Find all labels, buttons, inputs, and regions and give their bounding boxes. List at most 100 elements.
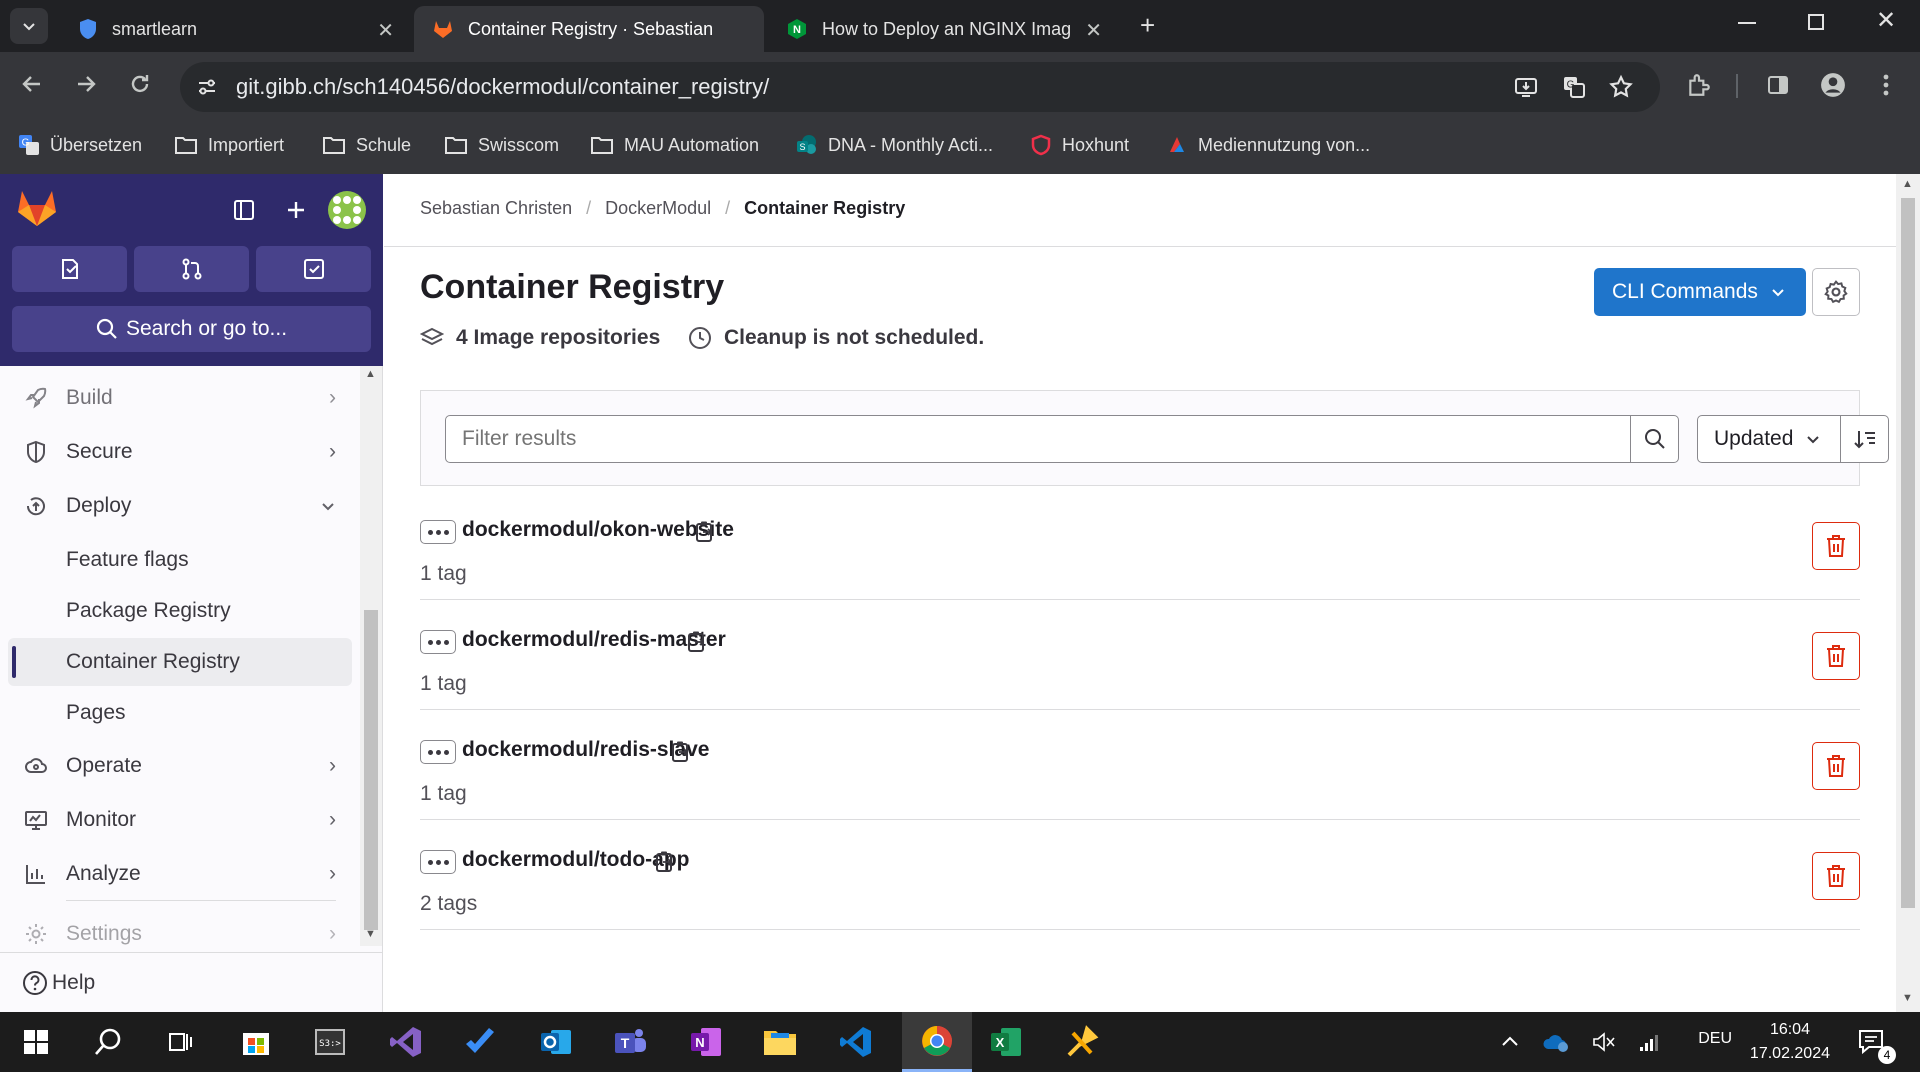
sidebar-item-operate[interactable]: Operate › xyxy=(0,740,360,792)
start-button[interactable] xyxy=(16,1022,56,1062)
todo-app[interactable] xyxy=(460,1022,500,1062)
new-tab-button[interactable]: + xyxy=(1140,10,1155,41)
close-icon[interactable]: ✕ xyxy=(1085,18,1102,43)
scroll-up-arrow[interactable]: ▲ xyxy=(365,368,376,380)
bookmark-folder-mau[interactable]: MAU Automation xyxy=(590,124,759,166)
breadcrumb-current[interactable]: Container Registry xyxy=(744,198,905,219)
install-app-icon[interactable] xyxy=(1514,75,1538,99)
delete-repository-button[interactable] xyxy=(1812,742,1860,790)
store-app[interactable] xyxy=(236,1022,276,1062)
visual-studio-app[interactable] xyxy=(386,1022,426,1062)
reload-button[interactable] xyxy=(128,72,152,96)
sidebar-item-container-registry[interactable]: Container Registry xyxy=(8,638,352,686)
bookmark-folder-imported[interactable]: Importiert xyxy=(174,124,284,166)
scrollbar-thumb[interactable] xyxy=(1901,198,1915,908)
expand-details-button[interactable] xyxy=(420,740,456,764)
copy-icon[interactable] xyxy=(694,520,716,544)
browser-tab-container-registry[interactable]: Container Registry · Sebastian C xyxy=(414,6,764,52)
minimize-button[interactable] xyxy=(1738,22,1756,24)
vscode-app[interactable] xyxy=(836,1022,876,1062)
collapse-sidebar-icon[interactable] xyxy=(232,198,256,222)
expand-details-button[interactable] xyxy=(420,520,456,544)
translate-icon[interactable]: G xyxy=(1562,75,1586,99)
plus-icon[interactable] xyxy=(284,198,308,222)
bookmark-hoxhunt[interactable]: Hoxhunt xyxy=(1030,124,1129,166)
registry-settings-button[interactable] xyxy=(1812,268,1860,316)
address-bar[interactable]: git.gibb.ch/sch140456/dockermodul/contai… xyxy=(180,62,1660,112)
file-explorer-app[interactable] xyxy=(760,1022,800,1062)
delete-repository-button[interactable] xyxy=(1812,632,1860,680)
sidebar-item-build[interactable]: Build › xyxy=(0,372,360,424)
side-panel-icon[interactable] xyxy=(1766,73,1790,97)
volume-muted[interactable] xyxy=(1584,1022,1624,1062)
outlook-app[interactable] xyxy=(536,1022,576,1062)
forward-button[interactable] xyxy=(74,72,98,96)
expand-details-button[interactable] xyxy=(420,850,456,874)
profile-icon[interactable] xyxy=(1820,72,1846,98)
search-button[interactable]: Search or go to... xyxy=(12,306,371,352)
filter-search-button[interactable] xyxy=(1631,415,1679,463)
bookmark-folder-swisscom[interactable]: Swisscom xyxy=(444,124,559,166)
sort-direction-button[interactable] xyxy=(1841,415,1889,463)
onedrive-status[interactable] xyxy=(1536,1022,1576,1062)
sort-dropdown[interactable]: Updated xyxy=(1697,415,1841,463)
copy-icon[interactable] xyxy=(670,740,692,764)
bookmark-dna[interactable]: S DNA - Monthly Acti... xyxy=(796,124,993,166)
scrollbar-thumb[interactable] xyxy=(364,610,378,930)
extensions-icon[interactable] xyxy=(1686,72,1712,98)
breadcrumb-project[interactable]: DockerModul xyxy=(605,198,711,219)
avatar[interactable] xyxy=(328,191,366,229)
star-icon[interactable] xyxy=(1608,74,1634,100)
delete-repository-button[interactable] xyxy=(1812,852,1860,900)
bookmark-mediennutzung[interactable]: Mediennutzung von... xyxy=(1166,124,1370,166)
back-button[interactable] xyxy=(20,72,44,96)
close-icon[interactable]: ✕ xyxy=(377,18,394,43)
browser-tab-nginx[interactable]: N How to Deploy an NGINX Imag ✕ xyxy=(768,6,1118,52)
terminal-app[interactable]: S3:> xyxy=(310,1022,350,1062)
sidebar-item-deploy[interactable]: Deploy xyxy=(0,480,360,532)
copy-icon[interactable] xyxy=(686,630,708,654)
cli-commands-button[interactable]: CLI Commands xyxy=(1594,268,1806,316)
site-info-icon[interactable] xyxy=(196,76,218,98)
issues-button[interactable] xyxy=(12,246,127,292)
help-button[interactable]: Help xyxy=(22,970,95,996)
misc-app[interactable] xyxy=(1062,1022,1102,1062)
todos-button[interactable] xyxy=(256,246,371,292)
gitlab-logo-icon[interactable] xyxy=(16,188,58,228)
bookmark-translate[interactable]: G Übersetzen xyxy=(18,124,142,166)
input-language[interactable]: DEU xyxy=(1698,1030,1732,1048)
merge-requests-button[interactable] xyxy=(134,246,249,292)
scroll-up-arrow[interactable]: ▲ xyxy=(1902,178,1913,190)
task-view-button[interactable] xyxy=(160,1022,200,1062)
scroll-down-arrow[interactable]: ▼ xyxy=(1902,992,1913,1004)
taskbar-search-button[interactable] xyxy=(88,1022,128,1062)
sidebar-item-secure[interactable]: Secure › xyxy=(0,426,360,478)
breadcrumb-user[interactable]: Sebastian Christen xyxy=(420,198,572,219)
close-window-button[interactable]: ✕ xyxy=(1876,6,1896,35)
bookmark-folder-schule[interactable]: Schule xyxy=(322,124,411,166)
show-hidden-icons[interactable] xyxy=(1490,1022,1530,1062)
sidebar-item-feature-flags[interactable]: Feature flags xyxy=(8,536,352,584)
kebab-menu-icon[interactable] xyxy=(1876,72,1896,98)
excel-app[interactable]: X xyxy=(986,1022,1026,1062)
filter-input[interactable] xyxy=(445,415,1631,463)
sidebar-scrollbar[interactable]: ▲ ▼ xyxy=(360,366,382,946)
sidebar-item-analyze[interactable]: Analyze › xyxy=(0,848,360,900)
sidebar-item-pages[interactable]: Pages xyxy=(8,689,352,737)
restore-button[interactable] xyxy=(1808,14,1824,30)
tab-list-dropdown[interactable] xyxy=(10,8,48,44)
teams-app[interactable]: T xyxy=(610,1022,650,1062)
expand-details-button[interactable] xyxy=(420,630,456,654)
scroll-down-arrow[interactable]: ▼ xyxy=(365,928,376,940)
system-clock[interactable]: 16:04 17.02.2024 xyxy=(1750,1018,1830,1066)
sidebar-item-package-registry[interactable]: Package Registry xyxy=(8,587,352,635)
onenote-app[interactable]: N xyxy=(686,1022,726,1062)
sidebar-item-monitor[interactable]: Monitor › xyxy=(0,794,360,846)
copy-icon[interactable] xyxy=(654,850,676,874)
browser-tab-smartlearn[interactable]: smartlearn ✕ xyxy=(60,6,410,52)
chrome-app-active[interactable] xyxy=(902,1012,972,1072)
delete-repository-button[interactable] xyxy=(1812,522,1860,570)
notification-center[interactable]: 4 xyxy=(1852,1022,1896,1064)
network-status[interactable] xyxy=(1630,1022,1670,1062)
page-scrollbar[interactable]: ▲ ▼ xyxy=(1896,174,1920,1012)
